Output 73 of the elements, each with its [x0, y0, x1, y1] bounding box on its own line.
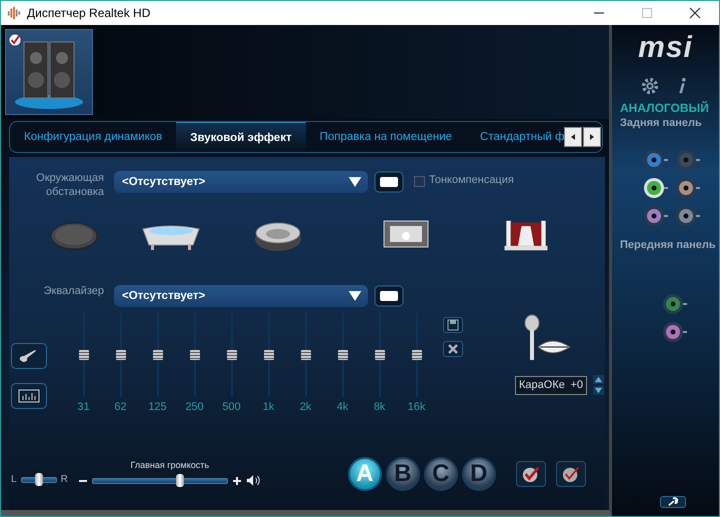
- environment-dropdown[interactable]: <Отсутствует>: [114, 171, 368, 193]
- audio-jack-icon[interactable]: [642, 177, 668, 199]
- toggle-icon[interactable]: [374, 285, 404, 307]
- loudness-label: Тонкомпенсация: [429, 174, 514, 186]
- eq-slider-thumb[interactable]: [190, 350, 200, 360]
- format-button[interactable]: B: [386, 457, 420, 491]
- balance-slider-thumb[interactable]: [34, 472, 43, 486]
- loudness-checkbox[interactable]: [414, 176, 425, 187]
- eq-slider-thumb[interactable]: [412, 350, 422, 360]
- up-arrow-icon[interactable]: [593, 375, 604, 384]
- close-icon[interactable]: [689, 7, 701, 19]
- frequency-label: 4k: [336, 401, 348, 413]
- audio-jack-icon[interactable]: [674, 177, 700, 199]
- dropdown-arrow-icon[interactable]: [348, 290, 362, 302]
- settings-icon[interactable]: [640, 77, 658, 95]
- dropdown-arrow-icon[interactable]: [348, 176, 362, 188]
- left-channel-label: L: [11, 474, 17, 485]
- microphone-lips-icon[interactable]: [522, 313, 572, 363]
- cross-icon: [447, 343, 459, 355]
- mode-label: АНАЛОГОВЫЙ: [620, 101, 709, 115]
- frequency-label: 500: [222, 401, 241, 413]
- frequency-label: 8k: [374, 401, 386, 413]
- format-button[interactable]: C: [424, 457, 458, 491]
- delete-button[interactable]: [443, 341, 463, 357]
- rear-panel-label: Задняя панель: [620, 117, 702, 129]
- bar-graph-icon: [17, 388, 41, 404]
- tab[interactable]: Звуковой эффект: [176, 122, 306, 152]
- check-button[interactable]: [556, 461, 586, 487]
- equalizer-label: Эквалайзер: [42, 285, 104, 297]
- guitar-button[interactable]: [11, 343, 47, 369]
- eq-slider-thumb[interactable]: [300, 350, 310, 360]
- tab[interactable]: Стандартный ф: [466, 122, 564, 152]
- eq-slider-thumb[interactable]: [338, 350, 348, 360]
- frequency-label: 16k: [408, 401, 426, 413]
- window-title: Диспетчер Realtek HD: [27, 6, 150, 20]
- karaoke-label: КараОКе: [519, 379, 565, 391]
- down-arrow-icon[interactable]: [593, 386, 604, 395]
- app-icon: [7, 6, 21, 20]
- front-panel-label: Передняя панель: [620, 239, 716, 251]
- eq-graph-button[interactable]: [11, 383, 47, 409]
- speaker-device-tile[interactable]: [5, 29, 93, 115]
- karaoke-field[interactable]: КараОКе +0: [515, 376, 587, 394]
- volume-label: Главная громкость: [130, 460, 210, 470]
- eq-slider-thumb[interactable]: [226, 350, 236, 360]
- plus-icon[interactable]: [232, 476, 242, 486]
- frequency-label: 250: [185, 401, 204, 413]
- volume-slider-thumb[interactable]: [176, 474, 184, 486]
- frequency-label: 125: [148, 401, 167, 413]
- environment-label: Окружающая обстановка: [35, 171, 104, 199]
- wrench-icon: [666, 497, 678, 507]
- eq-slider-thumb[interactable]: [264, 350, 274, 360]
- toggle-icon[interactable]: [374, 171, 404, 193]
- karaoke-value: +0: [570, 379, 583, 391]
- eq-slider-thumb[interactable]: [152, 350, 162, 360]
- scroll-left-icon[interactable]: [564, 127, 582, 147]
- speaker-icon[interactable]: [246, 474, 262, 487]
- check-button[interactable]: [516, 461, 546, 487]
- eq-slider-thumb[interactable]: [78, 350, 88, 360]
- eq-slider-thumb[interactable]: [116, 350, 126, 360]
- wrench-button[interactable]: [660, 496, 686, 508]
- frequency-label: 1k: [262, 401, 274, 413]
- eq-slider-thumb[interactable]: [374, 350, 384, 360]
- frequency-label: 31: [77, 401, 90, 413]
- logo: msi: [638, 31, 693, 65]
- equalizer-dropdown[interactable]: <Отсутствует>: [114, 285, 368, 307]
- right-channel-label: R: [60, 474, 68, 485]
- tab[interactable]: Поправка на помещение: [306, 122, 466, 152]
- tab[interactable]: Конфигурация динамиков: [10, 122, 176, 152]
- format-button[interactable]: D: [462, 457, 496, 491]
- frequency-label: 2k: [300, 401, 312, 413]
- save-button[interactable]: [443, 317, 463, 333]
- frequency-label: 62: [114, 401, 127, 413]
- scroll-right-icon[interactable]: [583, 127, 601, 147]
